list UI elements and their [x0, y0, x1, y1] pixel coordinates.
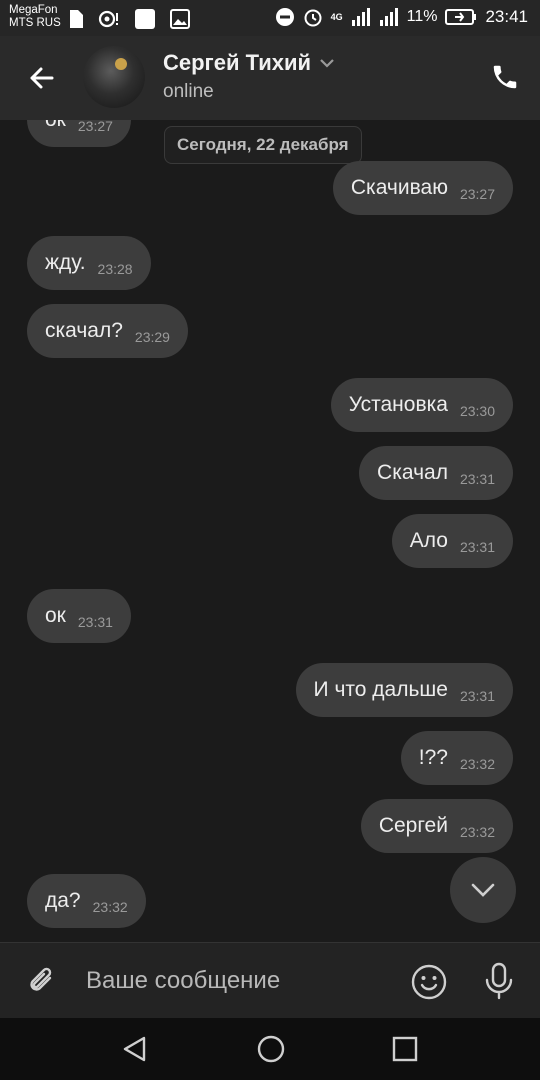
message-time: 23:31	[459, 471, 495, 487]
clock: 23:41	[485, 7, 528, 26]
message-text: да?	[45, 889, 81, 912]
message-time: 23:32	[459, 824, 495, 840]
carrier-line-1: MegaFon	[9, 4, 58, 16]
arrow-left-icon	[30, 67, 54, 89]
message-text: Ало	[409, 529, 448, 552]
message-text: И что дальше	[313, 678, 448, 701]
message-text: жду.	[45, 251, 86, 274]
message-time: 23:32	[459, 756, 495, 772]
message-bubble[interactable]: Установка 23:30	[330, 378, 513, 432]
message-time: 23:27	[459, 186, 495, 202]
message-bubble[interactable]: скачал? 23:29	[27, 304, 188, 358]
triangle-back-icon	[123, 1036, 146, 1062]
message-list[interactable]: ок 23:27 Сегодня, 22 декабря Скачиваю 23…	[0, 120, 540, 942]
message-time: 23:31	[77, 614, 113, 630]
hotspot-icon	[98, 10, 118, 28]
message-bubble[interactable]: Скачал 23:31	[359, 446, 513, 500]
phone-icon	[493, 65, 517, 89]
message-text: ок	[45, 604, 66, 627]
nav-home-button[interactable]	[256, 1034, 286, 1064]
message-bubble[interactable]: да? 23:32	[27, 874, 146, 928]
message-time: 23:27	[77, 120, 113, 134]
signal-icon-2	[379, 8, 398, 26]
voice-message-button[interactable]	[482, 961, 516, 1001]
carrier-line-2: MTS RUS	[9, 17, 61, 29]
smiley-icon	[411, 964, 447, 1000]
message-bubble[interactable]: жду. 23:28	[27, 236, 151, 290]
back-button[interactable]	[22, 58, 62, 98]
message-bubble[interactable]: И что дальше 23:31	[295, 663, 513, 717]
message-text: ок	[45, 120, 66, 132]
message-time: 23:30	[459, 403, 495, 419]
call-button[interactable]	[490, 62, 520, 92]
message-time: 23:28	[97, 261, 133, 277]
circle-home-icon	[257, 1035, 285, 1063]
message-time: 23:31	[459, 539, 495, 555]
square-recents-icon	[392, 1036, 418, 1062]
message-bubble[interactable]: !?? 23:32	[400, 731, 513, 785]
message-time: 23:31	[459, 688, 495, 704]
image-icon	[170, 9, 190, 29]
battery-charging-icon	[445, 9, 477, 25]
message-bubble[interactable]: ок 23:27	[27, 120, 131, 147]
message-bubble[interactable]: Ало 23:31	[391, 514, 513, 568]
message-bubble[interactable]: Сергей 23:32	[360, 799, 513, 853]
message-bubble[interactable]: ок 23:31	[27, 589, 131, 643]
message-input[interactable]	[86, 961, 386, 1001]
nav-back-button[interactable]	[120, 1034, 150, 1064]
network-type-label: 4G	[330, 12, 343, 22]
do-not-disturb-icon	[275, 8, 294, 26]
signal-icon	[351, 8, 370, 26]
alarm-icon	[304, 9, 322, 27]
message-text: !??	[418, 746, 448, 769]
notification-icons	[68, 8, 190, 30]
status-bar: MegaFon MTS RUS 4G 11% 23:41	[0, 0, 540, 36]
message-time: 23:29	[134, 329, 170, 345]
message-text: скачал?	[45, 319, 123, 342]
message-bubble[interactable]: Скачиваю 23:27	[332, 161, 513, 215]
microphone-icon	[485, 962, 513, 1000]
app-notification-icon	[135, 9, 155, 29]
message-text: Сергей	[378, 814, 448, 837]
message-text: Скачал	[377, 461, 448, 484]
paperclip-icon	[30, 967, 52, 991]
avatar-face	[115, 58, 127, 70]
contact-name[interactable]: Сергей Тихий	[163, 50, 311, 76]
battery-percent: 11%	[406, 8, 438, 25]
date-separator: Сегодня, 22 декабря	[164, 126, 362, 164]
attach-button[interactable]	[24, 963, 60, 999]
chevron-down-icon	[471, 883, 495, 897]
scroll-to-bottom-button[interactable]	[450, 857, 516, 923]
contact-status: online	[163, 81, 214, 102]
avatar[interactable]	[83, 46, 145, 108]
message-text: Установка	[348, 393, 448, 416]
message-composer	[0, 942, 540, 1019]
system-navigation-bar	[0, 1018, 540, 1080]
chat-header: Сергей Тихий online	[0, 36, 540, 120]
sim-card-icon	[70, 10, 83, 28]
message-time: 23:32	[92, 899, 128, 915]
emoji-button[interactable]	[410, 963, 448, 1001]
carrier-label: MegaFon MTS RUS	[9, 4, 61, 30]
message-text: Скачиваю	[350, 176, 448, 199]
system-icons: 4G 11% 23:41	[275, 7, 528, 27]
chevron-down-icon[interactable]	[318, 56, 336, 70]
nav-recents-button[interactable]	[390, 1034, 420, 1064]
